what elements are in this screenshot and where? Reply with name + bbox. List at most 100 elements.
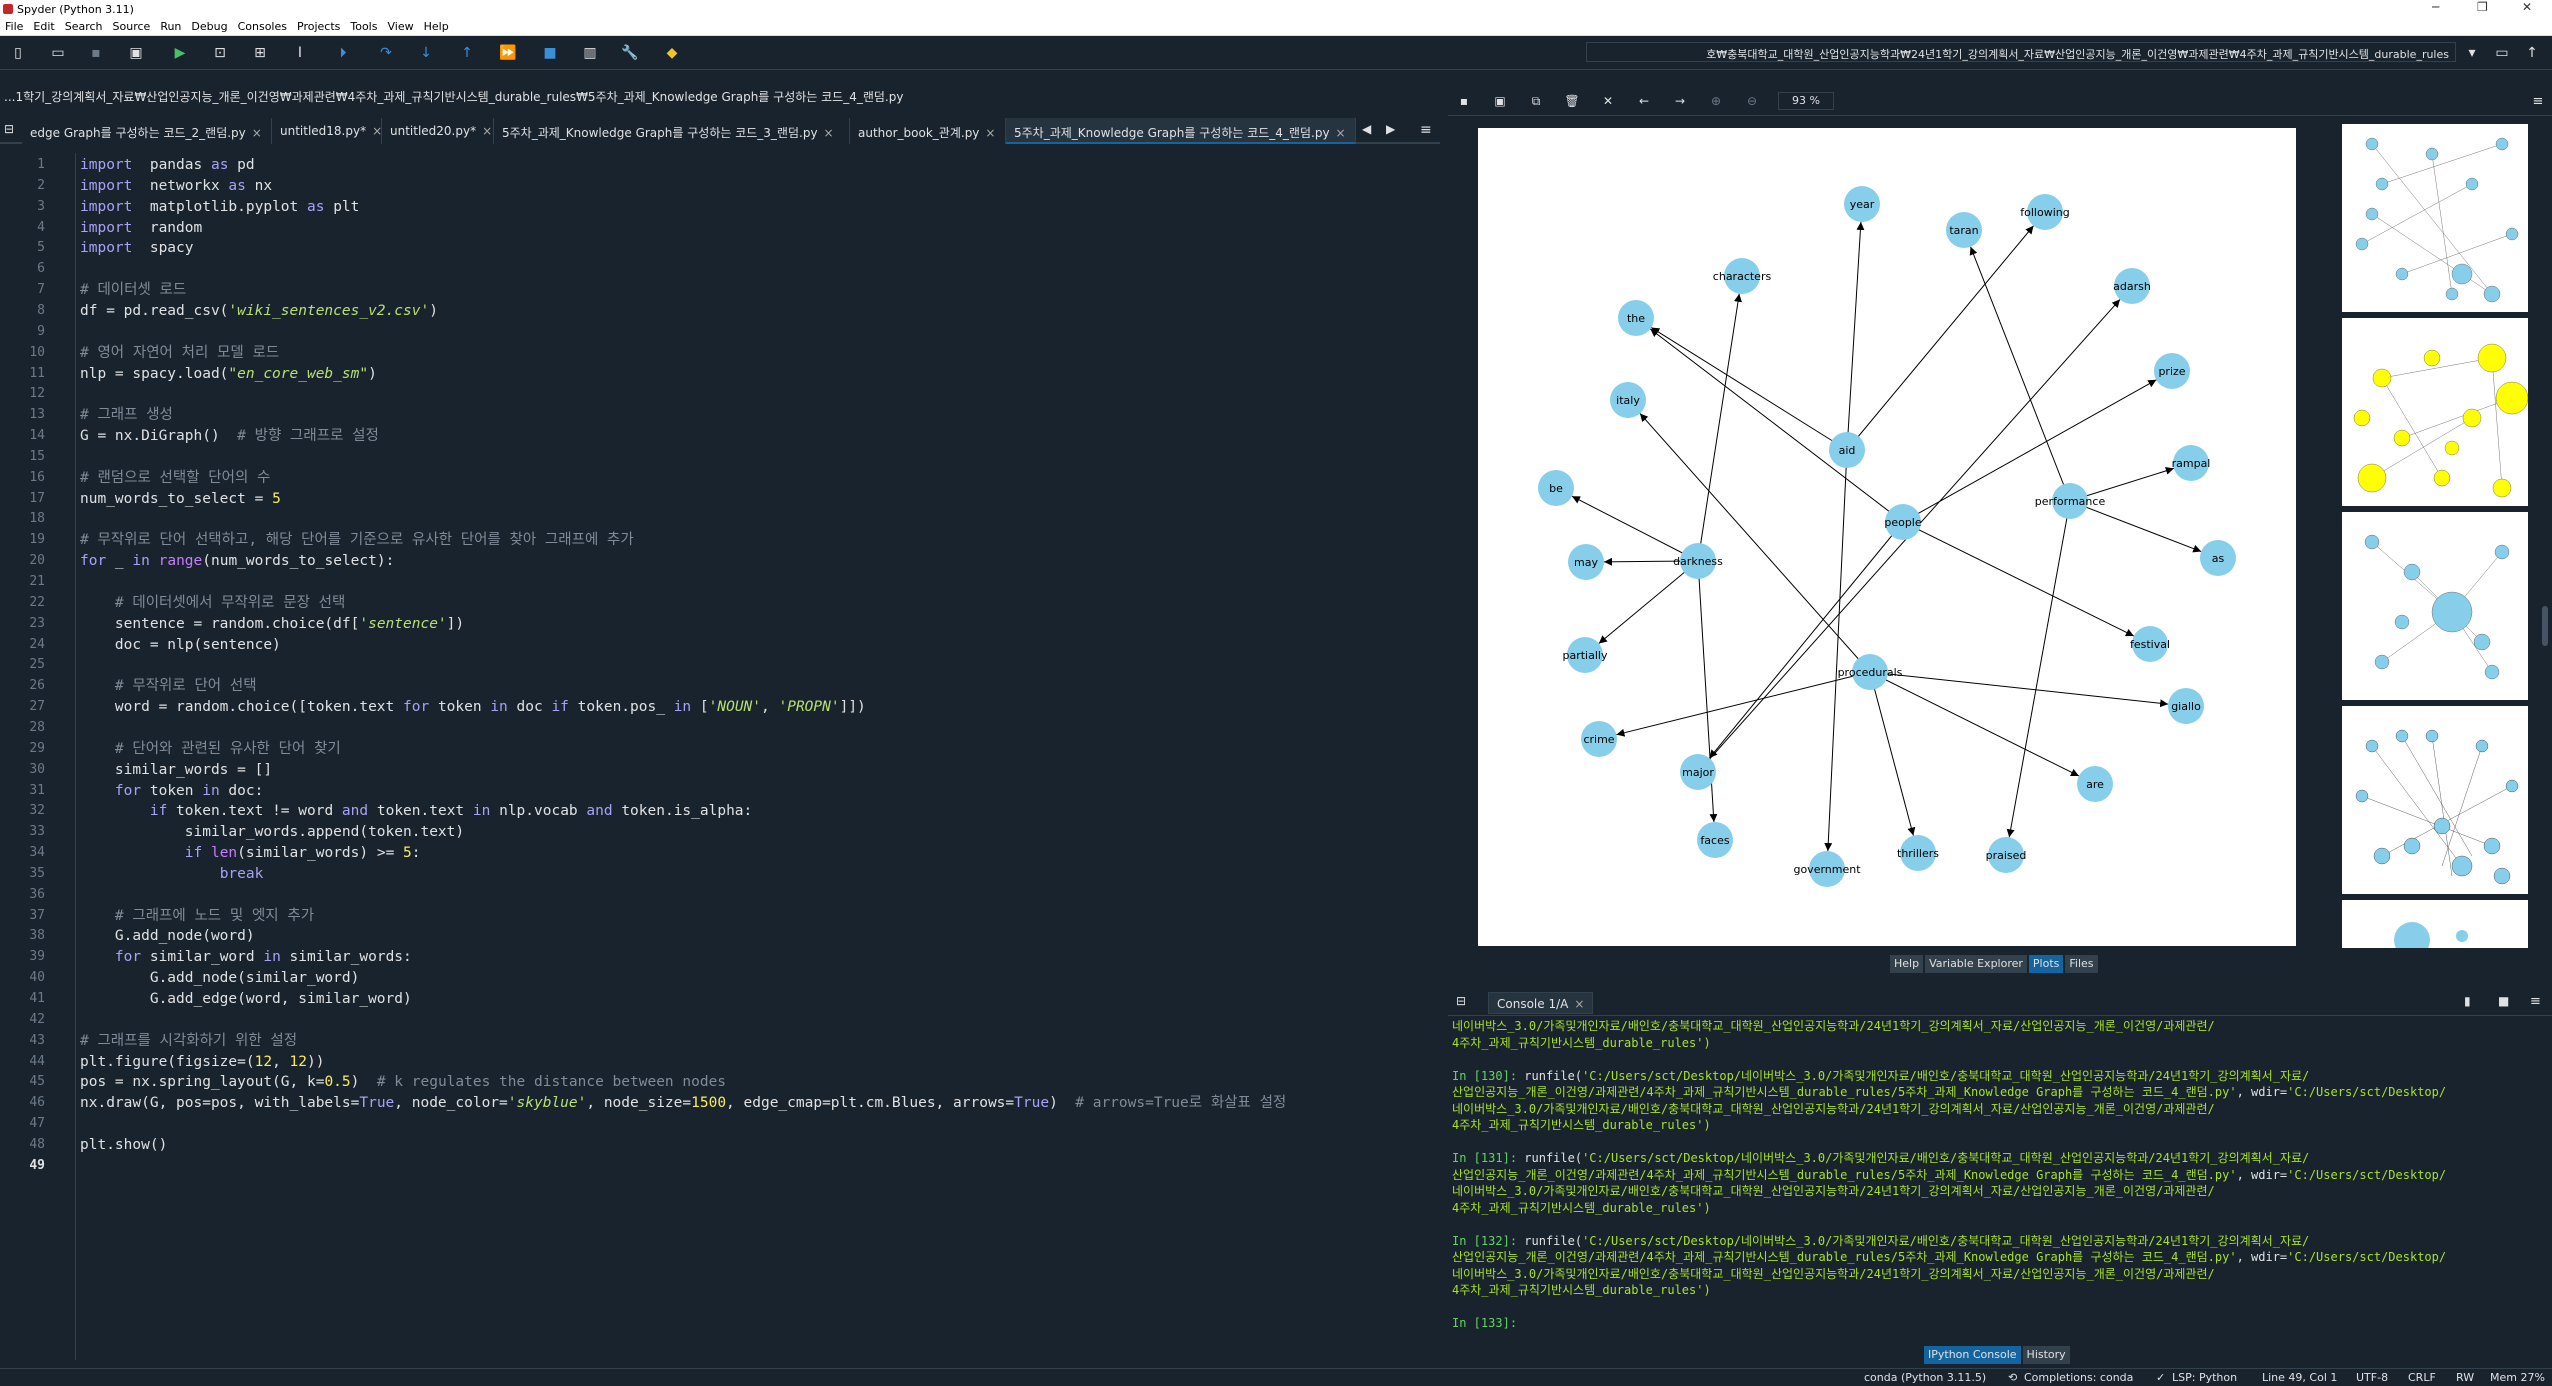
minimize-button[interactable]: ─ bbox=[2432, 0, 2439, 14]
zoom-out-icon[interactable]: ⊖ bbox=[1742, 92, 1762, 110]
stop-console-icon[interactable]: ■ bbox=[2498, 994, 2509, 1008]
save-all-plots-icon[interactable]: ▣ bbox=[1490, 92, 1510, 110]
tab-help[interactable]: Help bbox=[1890, 955, 1924, 973]
editor-tab[interactable]: edge Graph를 구성하는 코드_2_랜덤.py × bbox=[22, 118, 272, 144]
open-file-icon[interactable]: ▭ bbox=[48, 44, 68, 62]
plot-thumbnail[interactable] bbox=[2342, 706, 2528, 894]
next-plot-icon[interactable]: → bbox=[1670, 92, 1690, 110]
graph-edge bbox=[1650, 327, 1848, 451]
maximize-pane-icon[interactable]: ▥ bbox=[580, 44, 600, 62]
maximize-button[interactable]: ❐ bbox=[2477, 0, 2488, 14]
console-options-icon[interactable]: ≡ bbox=[2530, 994, 2541, 1009]
browse-tabs-icon[interactable]: ⊟ bbox=[4, 122, 14, 136]
menu-projects[interactable]: Projects bbox=[297, 20, 340, 33]
thumbnails-scrollbar[interactable] bbox=[2540, 120, 2550, 950]
new-file-icon[interactable]: ▯ bbox=[8, 44, 28, 62]
plots-options-icon[interactable]: ≡ bbox=[2528, 92, 2548, 110]
parent-directory-icon[interactable]: ↑ bbox=[2522, 44, 2542, 62]
line-number: 3 bbox=[37, 198, 45, 214]
continue-icon[interactable]: ⏩ bbox=[498, 44, 518, 62]
menu-edit[interactable]: Edit bbox=[33, 20, 54, 33]
status-rw: RW bbox=[2456, 1371, 2475, 1384]
line-number: 32 bbox=[29, 803, 45, 819]
save-all-icon[interactable]: ▣ bbox=[126, 44, 146, 62]
code-editor[interactable]: import pandas as pd import networkx as nx… bbox=[78, 153, 1424, 1360]
step-over-icon[interactable]: ↷ bbox=[376, 44, 396, 62]
run-cell-advance-icon[interactable]: ⊞ bbox=[250, 44, 270, 62]
close-window-button[interactable]: ✕ bbox=[2522, 0, 2532, 14]
close-tab-icon[interactable]: × bbox=[1336, 126, 1346, 140]
close-tab-icon[interactable]: × bbox=[985, 126, 995, 140]
tab-ipython-console[interactable]: IPython Console bbox=[1924, 1346, 2021, 1364]
editor-tab[interactable]: untitled20.py* × bbox=[382, 118, 494, 144]
status-lsp[interactable]: LSP: Python bbox=[2172, 1371, 2237, 1384]
console-line: In [133]: bbox=[1452, 1316, 1525, 1330]
previous-plot-icon[interactable]: ← bbox=[1634, 92, 1654, 110]
editor-tab[interactable]: author_book_관계.py × bbox=[850, 118, 1006, 144]
menu-consoles[interactable]: Consoles bbox=[238, 20, 287, 33]
ipython-console[interactable]: 네이버박스_3.0/가족및개인자료/배인호/충북대학교_대학원_산업인공지능학과… bbox=[1452, 1018, 2532, 1343]
menu-help[interactable]: Help bbox=[424, 20, 449, 33]
scrollbar-handle[interactable] bbox=[2542, 606, 2548, 646]
status-env[interactable]: conda (Python 3.11.5) bbox=[1864, 1371, 1986, 1384]
editor-tab-active[interactable]: 5주차_과제_Knowledge Graph를 구성하는 코드_4_랜덤.py × bbox=[1006, 118, 1356, 144]
scroll-tabs-right-icon[interactable]: ▶ bbox=[1386, 122, 1395, 136]
stop-debug-icon[interactable]: ■ bbox=[540, 44, 560, 62]
menu-bar: File Edit Search Source Run Debug Consol… bbox=[0, 18, 2552, 36]
close-tab-icon[interactable]: × bbox=[482, 124, 492, 138]
step-into-icon[interactable]: ↓ bbox=[416, 44, 436, 62]
run-icon[interactable]: ▶ bbox=[170, 44, 190, 62]
browse-folder-icon[interactable]: ▭ bbox=[2492, 44, 2512, 62]
zoom-level[interactable]: 93 % bbox=[1778, 92, 1834, 110]
graph-edge bbox=[1846, 225, 2034, 451]
menu-debug[interactable]: Debug bbox=[191, 20, 227, 33]
plot-thumbnail[interactable] bbox=[2342, 900, 2528, 948]
close-tab-icon[interactable]: × bbox=[824, 126, 834, 140]
plot-thumbnail[interactable] bbox=[2342, 124, 2528, 312]
preferences-icon[interactable]: 🔧 bbox=[620, 44, 640, 62]
run-cell-icon[interactable]: ⊡ bbox=[210, 44, 230, 62]
thumbnail-graph bbox=[2364, 534, 2510, 680]
graph-node-label: people bbox=[1884, 516, 1922, 529]
save-plot-icon[interactable]: ▪ bbox=[1454, 92, 1474, 110]
interrupt-kernel-icon[interactable]: ▮ bbox=[2464, 994, 2471, 1008]
tab-variable-explorer[interactable]: Variable Explorer bbox=[1925, 955, 2027, 973]
debug-icon[interactable]: ⏵ bbox=[333, 44, 353, 62]
python-path-icon[interactable]: ◆ bbox=[662, 44, 682, 62]
copy-plot-icon[interactable]: ⧉ bbox=[1526, 92, 1546, 110]
close-tab-icon[interactable]: × bbox=[372, 124, 381, 138]
menu-run[interactable]: Run bbox=[160, 20, 181, 33]
tab-history[interactable]: History bbox=[2022, 1346, 2070, 1364]
menu-tools[interactable]: Tools bbox=[350, 20, 377, 33]
remove-plot-icon[interactable]: 🗑 bbox=[1562, 92, 1582, 110]
graph-node-label: prize bbox=[2158, 365, 2185, 378]
run-selection-icon[interactable]: I bbox=[290, 44, 310, 62]
line-number: 31 bbox=[29, 782, 45, 798]
close-tab-icon[interactable]: × bbox=[252, 126, 262, 140]
status-completions[interactable]: Completions: conda bbox=[2024, 1371, 2133, 1384]
editor-tab[interactable]: untitled18.py* × bbox=[272, 118, 382, 144]
console-tab[interactable]: Console 1/A × bbox=[1488, 992, 1594, 1014]
step-return-icon[interactable]: ↑ bbox=[457, 44, 477, 62]
menu-search[interactable]: Search bbox=[65, 20, 103, 33]
line-number: 4 bbox=[37, 219, 45, 235]
zoom-in-icon[interactable]: ⊕ bbox=[1706, 92, 1726, 110]
options-menu-icon[interactable]: ≡ bbox=[1420, 122, 1432, 138]
browse-tabs-icon[interactable]: ⊟ bbox=[1456, 994, 1466, 1008]
tab-files[interactable]: Files bbox=[2065, 955, 2098, 973]
plots-toolbar: ▪ ▣ ⧉ 🗑 ✕ ← → ⊕ ⊖ 93 % ≡ bbox=[1448, 88, 2552, 116]
line-number: 39 bbox=[29, 949, 45, 965]
plot-thumbnail[interactable] bbox=[2342, 318, 2528, 506]
plot-thumbnail[interactable] bbox=[2342, 512, 2528, 700]
close-tab-icon[interactable]: × bbox=[1574, 997, 1584, 1011]
editor-tab[interactable]: 5주차_과제_Knowledge Graph를 구성하는 코드_3_랜덤.py × bbox=[494, 118, 850, 144]
scroll-tabs-left-icon[interactable]: ◀ bbox=[1362, 122, 1371, 136]
menu-view[interactable]: View bbox=[387, 20, 413, 33]
menu-file[interactable]: File bbox=[5, 20, 23, 33]
working-directory-input[interactable]: 호₩충북대학교_대학원_산업인공지능학과₩24년1학기_강의계획서_자료₩산업인… bbox=[1586, 42, 2456, 62]
save-icon[interactable]: ▪ bbox=[86, 44, 106, 62]
tab-plots[interactable]: Plots bbox=[2028, 955, 2064, 973]
menu-source[interactable]: Source bbox=[113, 20, 151, 33]
chevron-down-icon[interactable]: ▾ bbox=[2462, 44, 2482, 62]
remove-all-plots-icon[interactable]: ✕ bbox=[1598, 92, 1618, 110]
